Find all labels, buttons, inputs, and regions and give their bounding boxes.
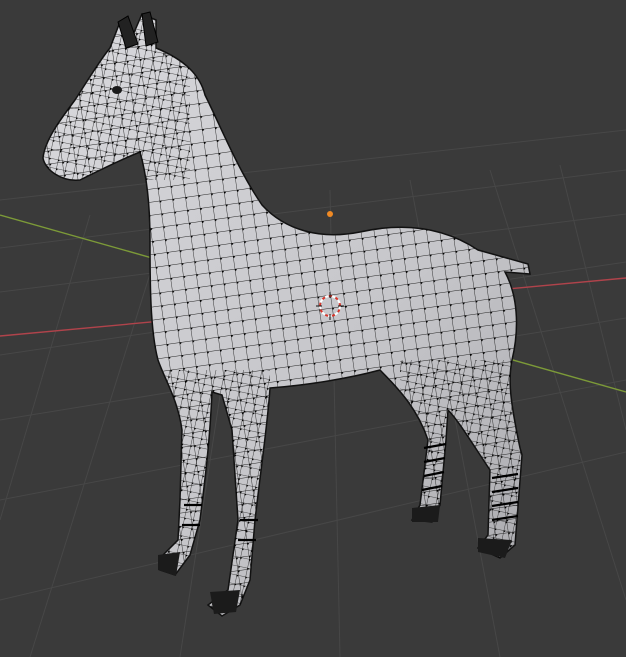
leg-edge-loops <box>182 442 519 542</box>
floor-grid <box>0 129 626 657</box>
eye <box>112 86 122 94</box>
hoof-front-right <box>210 590 240 614</box>
3d-viewport[interactable] <box>0 0 626 657</box>
wireframe-overlay <box>43 14 530 616</box>
hoof-back-left <box>412 505 440 522</box>
hoof-back-right <box>478 538 512 558</box>
object-origin-dot[interactable] <box>327 211 333 217</box>
horse-mesh[interactable] <box>0 0 626 657</box>
viewport-scene[interactable] <box>0 0 626 657</box>
